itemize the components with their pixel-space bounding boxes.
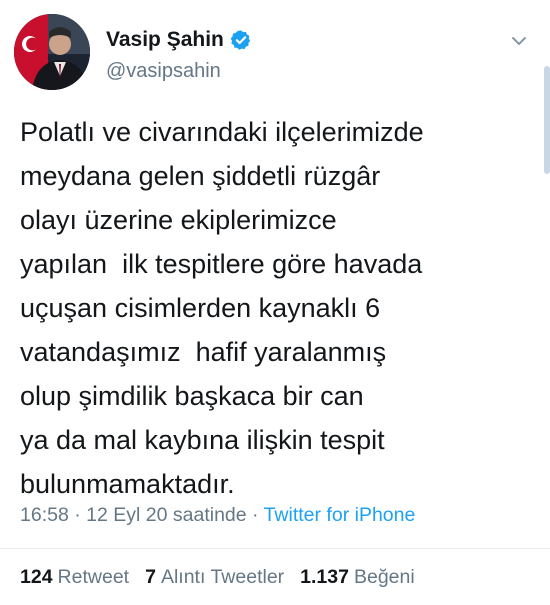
scrollbar[interactable]: [544, 66, 550, 174]
avatar-image: [14, 14, 90, 90]
meta-separator: ·: [68, 504, 87, 526]
tweet-text: Polatlı ve civarındaki ilçelerimizde mey…: [20, 117, 424, 499]
tweet-time[interactable]: 16:58: [20, 504, 69, 526]
avatar[interactable]: [14, 14, 90, 90]
meta-separator: ·: [246, 504, 264, 526]
likes-count: 1.137: [300, 566, 349, 588]
display-name[interactable]: Vasip Şahin: [106, 28, 224, 52]
divider: [0, 548, 550, 549]
author-info: Vasip Şahin @vasipsahin: [106, 28, 252, 83]
author-handle[interactable]: @vasipsahin: [106, 60, 252, 83]
likes-stat[interactable]: 1.137 Beğeni: [300, 566, 415, 589]
retweets-stat[interactable]: 124 Retweet: [20, 566, 129, 589]
quotes-label: Alıntı Tweetler: [160, 566, 285, 588]
tweet-date[interactable]: 12 Eyl 20 saatinde: [86, 504, 246, 526]
display-name-row: Vasip Şahin: [106, 28, 252, 52]
tweet-header: Vasip Şahin @vasipsahin: [14, 14, 536, 94]
verified-badge-icon: [230, 29, 252, 51]
likes-label: Beğeni: [353, 566, 415, 588]
tweet-meta: 16:58 · 12 Eyl 20 saatinde · Twitter for…: [20, 504, 415, 527]
retweets-count: 124: [20, 566, 53, 588]
quotes-count: 7: [145, 566, 156, 588]
chevron-down-icon[interactable]: [508, 30, 530, 52]
tweet-stats: 124 Retweet 7 Alıntı Tweetler 1.137 Beğeni: [20, 566, 415, 589]
quotes-stat[interactable]: 7 Alıntı Tweetler: [145, 566, 284, 589]
retweets-label: Retweet: [57, 566, 130, 588]
tweet-source-link[interactable]: Twitter for iPhone: [264, 504, 416, 526]
